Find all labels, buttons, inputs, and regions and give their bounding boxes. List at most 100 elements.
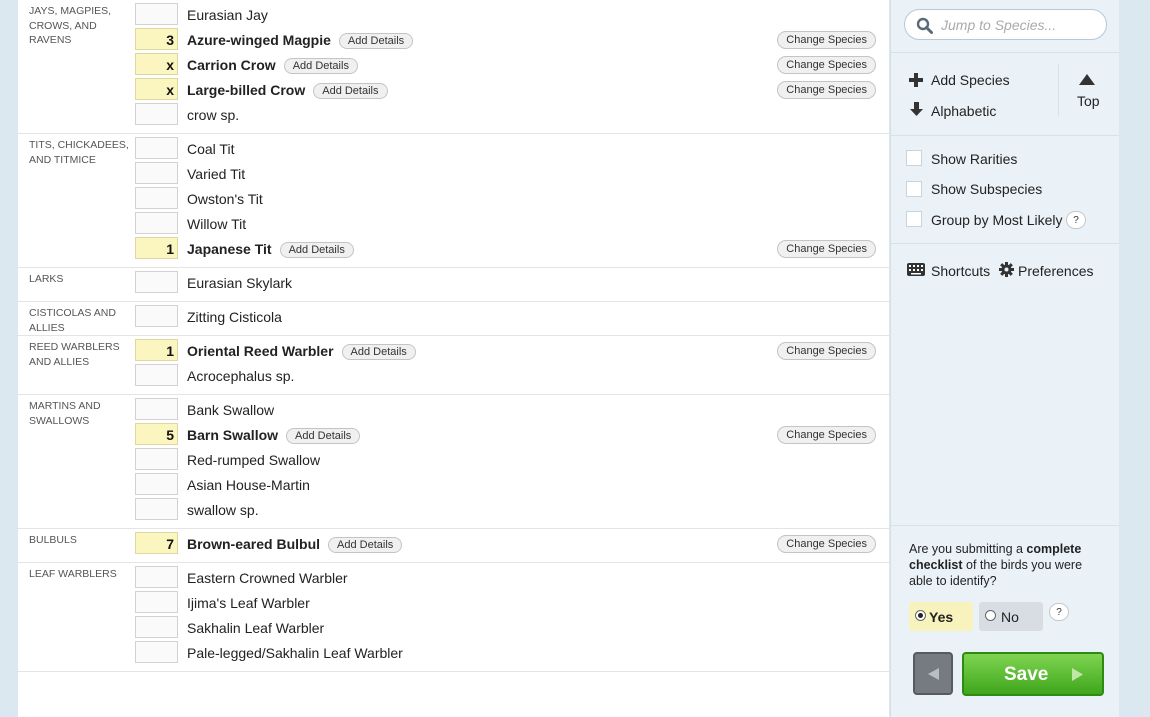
count-input[interactable] — [135, 591, 178, 613]
complete-checklist-help-button[interactable]: ? — [1049, 603, 1069, 621]
species-search[interactable] — [904, 9, 1107, 40]
no-label: No — [1001, 609, 1019, 625]
count-input[interactable]: 5 — [135, 423, 178, 445]
change-species-button[interactable]: Change Species — [777, 81, 876, 99]
species-row: x Change Species Large-billed Crow Add Deta… — [18, 77, 889, 102]
complete-checklist-question: Are you submitting a complete checklist … — [909, 542, 1083, 588]
count-input[interactable] — [135, 473, 178, 495]
search-input[interactable] — [939, 15, 1103, 35]
species-label: Japanese Tit — [187, 241, 272, 257]
count-input[interactable] — [135, 398, 178, 420]
count-input[interactable] — [135, 3, 178, 25]
save-button[interactable]: Save — [962, 652, 1104, 696]
count-input[interactable] — [135, 448, 178, 470]
change-species-button[interactable]: Change Species — [777, 535, 876, 553]
species-name: Owston's Tit — [187, 191, 263, 207]
species-row: crow sp. — [18, 102, 889, 127]
add-details-button[interactable]: Add Details — [313, 83, 388, 99]
add-details-button[interactable]: Add Details — [341, 344, 416, 360]
back-button[interactable] — [913, 652, 953, 695]
add-details-button[interactable]: Add Details — [328, 537, 403, 553]
no-option[interactable]: No — [979, 602, 1043, 631]
change-species-button[interactable]: Change Species — [777, 56, 876, 74]
species-name: Varied Tit — [187, 166, 245, 182]
species-row: Ijima's Leaf Warbler — [18, 590, 889, 615]
species-label: Azure-winged Magpie — [187, 32, 331, 48]
species-label: Eastern Crowned Warbler — [187, 570, 348, 586]
change-species-button[interactable]: Change Species — [777, 426, 876, 444]
count-input[interactable]: 1 — [135, 339, 178, 361]
species-group: CISTICOLAS AND ALLIES Zitting Cisticola — [18, 302, 889, 336]
count-input[interactable] — [135, 271, 178, 293]
count-input[interactable] — [135, 566, 178, 588]
arrow-down-icon — [910, 102, 923, 116]
species-name: Large-billed Crow Add Details — [187, 82, 388, 99]
species-name: Eurasian Jay — [187, 7, 268, 23]
add-details-button[interactable]: Add Details — [286, 428, 361, 444]
species-name: Ijima's Leaf Warbler — [187, 595, 310, 611]
species-row: Acrocephalus sp. — [18, 363, 889, 388]
alphabetic-link[interactable]: Alphabetic — [931, 103, 996, 119]
help-button[interactable]: ? — [1066, 211, 1086, 229]
species-label: Willow Tit — [187, 216, 247, 232]
count-input[interactable] — [135, 305, 178, 327]
species-label: Carrion Crow — [187, 57, 276, 73]
species-label: swallow sp. — [187, 502, 259, 518]
species-row: Eurasian Jay — [18, 2, 889, 27]
top-link[interactable]: Top — [1077, 93, 1100, 109]
count-input[interactable] — [135, 641, 178, 663]
arrow-up-icon[interactable] — [1079, 74, 1095, 85]
save-label: Save — [1004, 664, 1049, 685]
count-input[interactable] — [135, 137, 178, 159]
species-row: Varied Tit — [18, 161, 889, 186]
shortcuts-link[interactable]: Shortcuts — [931, 263, 990, 279]
group-by-most-likely-checkbox[interactable] — [906, 211, 922, 227]
yes-option[interactable]: Yes — [909, 602, 973, 631]
yes-radio[interactable] — [915, 610, 926, 621]
add-details-button[interactable]: Add Details — [338, 33, 414, 49]
species-label: Coal Tit — [187, 141, 235, 157]
add-species-link[interactable]: Add Species — [931, 72, 1010, 88]
show-rarities-checkbox[interactable] — [906, 150, 922, 166]
preferences-link[interactable]: Preferences — [1018, 263, 1093, 279]
species-group: LARKS Eurasian Skylark — [18, 268, 889, 302]
species-name: Bank Swallow — [187, 402, 274, 418]
count-input[interactable] — [135, 187, 178, 209]
add-details-button[interactable]: Add Details — [279, 242, 354, 258]
count-input[interactable] — [135, 616, 178, 638]
species-name: Red-rumped Swallow — [187, 452, 320, 468]
species-name: Brown-eared Bulbul Add Details — [187, 536, 403, 553]
count-input[interactable] — [135, 498, 178, 520]
count-input[interactable] — [135, 212, 178, 234]
count-input[interactable]: 1 — [135, 237, 178, 259]
change-species-button[interactable]: Change Species — [777, 342, 876, 360]
species-group: TITS, CHICKADEES, AND TITMICE Coal Tit Var… — [18, 134, 889, 268]
species-name: Oriental Reed Warbler Add Details — [187, 343, 416, 360]
species-row: Eurasian Skylark — [18, 270, 889, 295]
add-details-button[interactable]: Add Details — [283, 58, 358, 74]
species-label: Red-rumped Swallow — [187, 452, 321, 468]
species-name: Zitting Cisticola — [187, 309, 282, 325]
count-input[interactable]: 7 — [135, 532, 178, 554]
species-label: Varied Tit — [187, 166, 246, 182]
species-group: MARTINS AND SWALLOWS Bank Swallow 5 Change … — [18, 395, 889, 529]
species-label: Ijima's Leaf Warbler — [187, 595, 310, 611]
species-label: Owston's Tit — [187, 191, 263, 207]
count-input[interactable]: x — [135, 53, 178, 75]
no-radio[interactable] — [985, 610, 996, 621]
species-label: Eurasian Skylark — [187, 275, 293, 291]
count-input[interactable] — [135, 162, 178, 184]
change-species-button[interactable]: Change Species — [777, 240, 876, 258]
species-row: Red-rumped Swallow — [18, 447, 889, 472]
count-input[interactable] — [135, 103, 178, 125]
count-input[interactable] — [135, 364, 178, 386]
species-row: Pale-legged/Sakhalin Leaf Warbler — [18, 640, 889, 665]
species-name: Barn Swallow Add Details — [187, 427, 361, 444]
count-input[interactable]: 3 — [135, 28, 178, 50]
show-subspecies-checkbox[interactable] — [906, 181, 922, 197]
change-species-button[interactable]: Change Species — [777, 31, 876, 49]
species-row: 1 Change Species Japanese Tit Add Details — [18, 236, 889, 261]
species-row: x Change Species Carrion Crow Add Details — [18, 52, 889, 77]
count-input[interactable]: x — [135, 78, 178, 100]
arrow-left-icon — [928, 668, 939, 680]
